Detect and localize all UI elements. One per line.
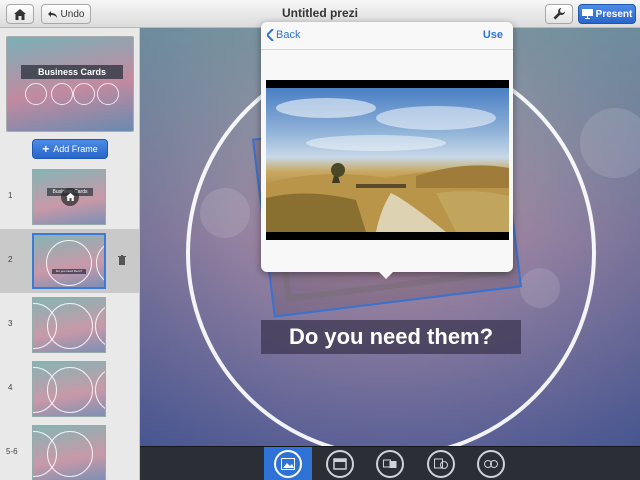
popover-header: Back Use [261, 22, 513, 50]
back-button[interactable]: Back [267, 29, 300, 41]
plus-icon: + [42, 142, 50, 156]
thumb-circle [47, 367, 93, 413]
frame-number: 2 [8, 255, 13, 264]
thumb-circle [47, 303, 93, 349]
popover-arrow [377, 270, 395, 279]
trash-icon[interactable] [118, 255, 126, 265]
image-picker-popover: Back Use [261, 22, 513, 272]
media-tool-button[interactable] [427, 450, 455, 478]
present-button[interactable]: Present [578, 4, 636, 24]
chevron-left-icon [267, 29, 274, 41]
frame-number: 3 [8, 319, 13, 328]
layout-tool-icon [383, 459, 397, 468]
thumb-circle [96, 240, 104, 286]
overview-thumbnail[interactable]: Business Cards [6, 36, 134, 132]
mini-circle [97, 83, 119, 105]
frames-sidebar: Business Cards + Add Frame 1 Business Ca… [0, 28, 140, 480]
wrench-icon [553, 8, 565, 20]
frame-tool-icon [333, 458, 347, 470]
thumb-circle [95, 303, 105, 349]
frame-number: 4 [8, 383, 13, 392]
settings-button[interactable] [545, 4, 573, 24]
mini-circle [51, 83, 73, 105]
frame-row-3[interactable]: 3 [0, 293, 139, 357]
use-button[interactable]: Use [483, 29, 503, 41]
frame-thumbnail[interactable] [32, 361, 106, 417]
back-label: Back [276, 29, 301, 41]
document-title: Untitled prezi [281, 6, 358, 20]
frame-row-2[interactable]: 2 Do you need them? [0, 229, 139, 293]
frame-number: 5-6 [6, 447, 18, 456]
mini-circle [73, 83, 95, 105]
frame-thumb-caption: Do you need them? [52, 269, 86, 274]
add-frame-button[interactable]: + Add Frame [32, 139, 108, 159]
frame-row-5-6[interactable]: 5-6 [0, 421, 139, 480]
frame-thumbnail[interactable] [32, 297, 106, 353]
frame-row-4[interactable]: 4 [0, 357, 139, 421]
insert-toolbar [140, 446, 640, 480]
photo-preview [266, 80, 509, 240]
image-tool-button[interactable] [264, 447, 312, 480]
thumb-circle [95, 367, 105, 413]
media-tool-icon [434, 458, 448, 469]
landscape-photo [266, 88, 509, 232]
circles-tool-icon [484, 460, 498, 468]
thumb-circle [47, 431, 93, 477]
frame-number: 1 [8, 191, 13, 200]
frame-thumbnail[interactable]: Business Cards [32, 169, 106, 225]
frame-thumbnail[interactable]: Do you need them? [32, 233, 106, 289]
present-screen-icon [581, 9, 593, 19]
mini-circle [25, 83, 47, 105]
canvas-caption[interactable]: Do you need them? [261, 320, 521, 354]
frame-row-1[interactable]: 1 Business Cards [0, 165, 139, 229]
image-tool-icon [274, 450, 302, 478]
layout-tool-button[interactable] [376, 450, 404, 478]
frame-thumbnail[interactable] [32, 425, 106, 480]
thumb-circle [46, 240, 92, 286]
frame-tool-button[interactable] [326, 450, 354, 478]
overview-title: Business Cards [21, 65, 123, 79]
present-label: Present [595, 8, 633, 20]
circles-tool-button[interactable] [477, 450, 505, 478]
bokeh-light [580, 108, 640, 178]
add-frame-label: Add Frame [53, 144, 98, 154]
home-overlay-icon [61, 188, 79, 206]
